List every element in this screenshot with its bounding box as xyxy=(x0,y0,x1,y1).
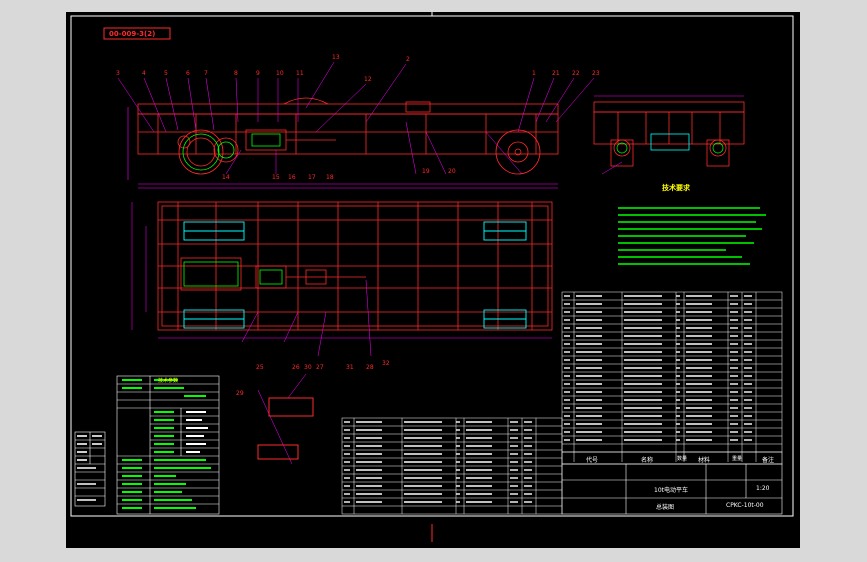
bom-col-remark: 备注 xyxy=(762,457,775,464)
callout-31: 31 xyxy=(346,364,354,371)
callout-13: 13 xyxy=(332,54,340,61)
callout-23: 23 xyxy=(592,70,600,77)
callout-1: 1 xyxy=(532,70,536,77)
drawing-sheet: 00-009-3(2) 技术要求 技术参数 3 4 5 6 7 8 9 10 11 12 13 2 1 2… xyxy=(66,12,800,548)
callout-28: 28 xyxy=(366,364,374,371)
callout-17: 17 xyxy=(308,174,316,181)
callout-10: 10 xyxy=(276,70,284,77)
doc-code: CPKC-10t-00 xyxy=(726,502,764,509)
bom-col-weight: 重量 xyxy=(732,456,743,462)
scale-label: 1:20 xyxy=(756,485,770,492)
callout-20: 20 xyxy=(448,168,456,175)
callout-4: 4 xyxy=(142,70,146,77)
product-name: 10t电动平车 xyxy=(654,487,688,494)
callout-26: 26 xyxy=(292,364,300,371)
callout-9: 9 xyxy=(256,70,260,77)
callout-18: 18 xyxy=(326,174,334,181)
callout-21: 21 xyxy=(552,70,560,77)
bom-col-qty: 数量 xyxy=(677,456,688,462)
tech-requirements-lines xyxy=(618,207,766,265)
callout-6: 6 xyxy=(186,70,190,77)
side-elevation-view xyxy=(137,97,559,175)
plan-view xyxy=(157,201,553,331)
callout-8: 8 xyxy=(234,70,238,77)
callout-14: 14 xyxy=(222,174,230,181)
callout-19: 19 xyxy=(422,168,430,175)
callout-29: 29 xyxy=(236,390,244,397)
drawing-title: 总装图 xyxy=(656,504,675,511)
callout-3: 3 xyxy=(116,70,120,77)
callout-11: 11 xyxy=(296,70,304,77)
cad-drawing xyxy=(70,12,794,542)
callout-5: 5 xyxy=(164,70,168,77)
bom-col-code: 代号 xyxy=(586,457,599,464)
parameter-table-title: 技术参数 xyxy=(158,378,179,384)
bom-col-material: 材料 xyxy=(698,457,711,464)
bom-row-text-marks xyxy=(344,295,752,503)
callout-32: 32 xyxy=(382,360,390,367)
callout-30: 30 xyxy=(304,364,312,371)
callout-16: 16 xyxy=(288,174,296,181)
revision-stamp-box xyxy=(74,431,106,507)
callout-22: 22 xyxy=(572,70,580,77)
drawing-code: 00-009-3(2) xyxy=(109,30,156,38)
bom-col-name: 名称 xyxy=(641,457,654,464)
tech-requirements-title: 技术要求 xyxy=(662,184,690,192)
callout-15: 15 xyxy=(272,174,280,181)
bom-table-right xyxy=(561,291,783,462)
callout-12: 12 xyxy=(364,76,372,83)
callout-7: 7 xyxy=(204,70,208,77)
callout-27: 27 xyxy=(316,364,324,371)
callout-25: 25 xyxy=(256,364,264,371)
callout-2: 2 xyxy=(406,56,410,63)
